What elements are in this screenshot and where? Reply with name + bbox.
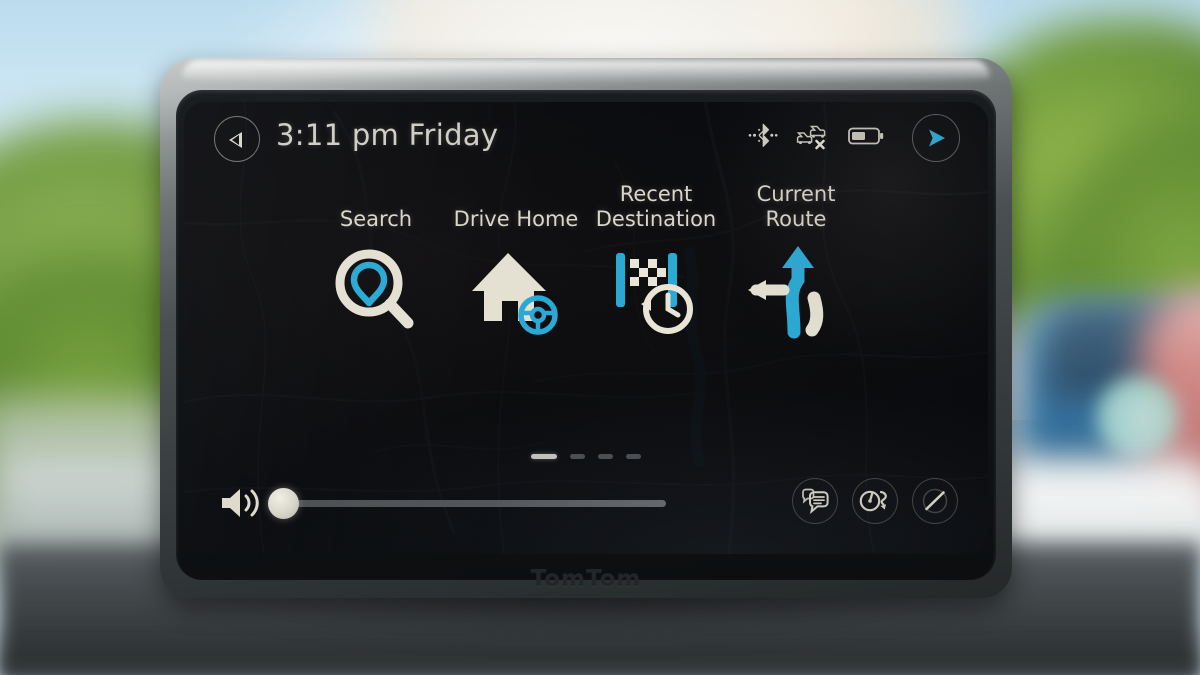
device-top-highlight	[182, 60, 990, 84]
muted-slash-icon	[922, 488, 948, 514]
bokeh-highlight	[1095, 375, 1180, 460]
route-arrow-icon	[744, 242, 848, 340]
speed-camera-report-icon	[859, 490, 887, 512]
gps-device: TomTom 3:11 pm Friday Search Drive Home …	[160, 58, 1012, 638]
page-indicator[interactable]	[184, 454, 988, 459]
menu-tile-search-label: Search	[340, 180, 412, 232]
menu-tile-current-route-label-line1: Current	[756, 182, 836, 206]
menu-tile-search[interactable]: Search	[306, 180, 446, 340]
menu-tile-current-route[interactable]: Current Route	[726, 180, 866, 340]
tomtom-logo: TomTom	[530, 566, 642, 592]
menu-tile-recent-destination[interactable]: Recent Destination	[586, 180, 726, 340]
search-pin-icon	[326, 242, 426, 340]
page-dot[interactable]	[598, 454, 613, 459]
navigation-view-button[interactable]	[912, 114, 960, 162]
menu-tile-search-label-line1: Search	[339, 207, 413, 231]
back-button[interactable]	[214, 116, 260, 162]
main-menu: Search Drive Home Recent Destination Cur…	[184, 180, 988, 440]
checkered-flag-clock-icon	[606, 242, 706, 340]
status-bar: 3:11 pm Friday	[184, 102, 988, 176]
mute-button[interactable]	[912, 478, 958, 524]
status-icon-group	[748, 122, 884, 150]
bottom-bar	[184, 474, 988, 532]
navigation-arrow-icon	[929, 129, 945, 147]
messages-button[interactable]	[792, 478, 838, 524]
speed-camera-report-button[interactable]	[852, 478, 898, 524]
menu-tile-drive-home[interactable]: Drive Home	[446, 180, 586, 340]
menu-tile-recent-destination-label-line2: Destination	[595, 207, 717, 231]
menu-tile-drive-home-label: Drive Home	[454, 180, 579, 232]
battery-icon	[848, 127, 884, 145]
quick-action-buttons	[792, 478, 958, 524]
page-dot[interactable]	[570, 454, 585, 459]
volume-slider-track[interactable]	[284, 500, 666, 507]
speech-bubble-icon	[802, 488, 829, 514]
volume-slider-knob[interactable]	[268, 488, 299, 519]
device-chin: TomTom	[176, 563, 996, 595]
menu-tile-drive-home-label-line1: Drive Home	[453, 207, 579, 231]
back-arrow-icon	[229, 132, 242, 148]
device-screen[interactable]: 3:11 pm Friday Search Drive Home Recent …	[184, 102, 988, 554]
traffic-unavailable-icon	[796, 125, 826, 150]
menu-tile-recent-destination-label: Recent Destination	[596, 180, 717, 232]
page-dot-active[interactable]	[531, 454, 557, 459]
menu-tile-recent-destination-label-line1: Recent	[619, 182, 693, 206]
page-dot[interactable]	[626, 454, 641, 459]
speaker-volume-icon[interactable]	[218, 484, 266, 527]
menu-tile-current-route-label: Current Route	[757, 180, 836, 232]
menu-tile-current-route-label-line2: Route	[765, 207, 827, 231]
home-steering-wheel-icon	[464, 242, 568, 340]
bluetooth-icon	[748, 123, 778, 147]
clock-label: 3:11 pm Friday	[276, 118, 499, 152]
